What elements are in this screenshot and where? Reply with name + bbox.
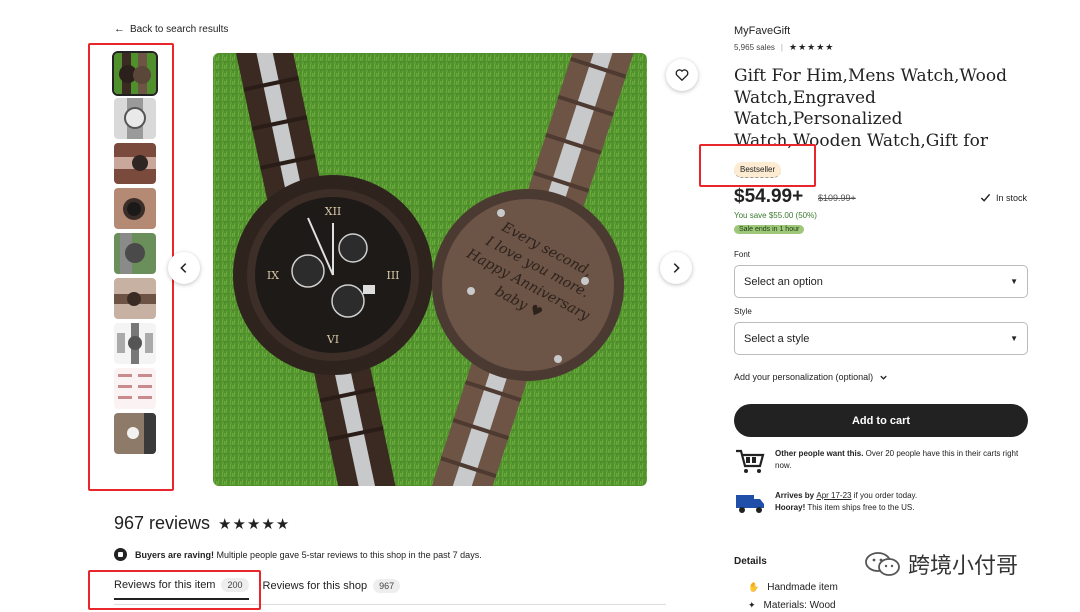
reviews-stars: ★★★★★	[218, 515, 291, 533]
main-product-image: XII III VI IX Every second, I love you m	[213, 53, 647, 486]
numeral-3: III	[386, 269, 399, 282]
style-label: Style	[734, 307, 752, 316]
back-to-search-link[interactable]: ← Back to search results	[114, 23, 228, 35]
thumbnail-3[interactable]	[114, 143, 156, 184]
shop-stars: ★★★★★	[789, 42, 835, 52]
font-select[interactable]: Select an option ▼	[734, 265, 1028, 298]
raving-text-group: Buyers are raving! Multiple people gave …	[135, 550, 482, 560]
product-price: $54.99+	[734, 186, 804, 207]
numeral-6: VI	[326, 333, 339, 346]
style-select[interactable]: Select a style ▼	[734, 322, 1028, 355]
arrival-suffix: if you order today.	[851, 491, 918, 500]
font-select-value: Select an option	[744, 275, 823, 288]
tab-reviews-shop-label: Reviews for this shop	[262, 580, 368, 592]
caret-down-icon: ▼	[1010, 334, 1018, 343]
chevron-left-icon	[180, 263, 187, 273]
watch-photo-illustration: XII III VI IX Every second, I love you m	[213, 53, 647, 486]
back-label: Back to search results	[130, 23, 229, 35]
arrival-prefix: Arrives by	[775, 491, 817, 500]
shop-sales-row: 5,965 sales | ★★★★★	[734, 42, 834, 53]
thumbnail-7[interactable]	[114, 323, 156, 364]
shop-name-link[interactable]: MyFaveGift	[734, 25, 790, 37]
checkmark-icon	[980, 193, 991, 202]
personalization-label: Add your personalization (optional)	[734, 372, 874, 382]
favorite-button[interactable]	[666, 59, 698, 91]
tab-reviews-shop[interactable]: Reviews for this shop 967	[263, 579, 401, 599]
style-select-value: Select a style	[744, 332, 810, 345]
original-price: $109.99+	[818, 193, 856, 203]
heart-icon	[675, 69, 689, 82]
chevron-down-icon	[880, 375, 887, 380]
hooray-text: This item ships free to the US.	[805, 503, 915, 512]
tab-reviews-item-label: Reviews for this item	[114, 579, 216, 591]
demand-notice: Other people want this. Over 20 people h…	[734, 448, 1034, 474]
previous-image-button[interactable]	[168, 252, 200, 284]
reviews-count: 967 reviews	[114, 513, 211, 533]
reviews-heading: 967 reviews ★★★★★	[114, 513, 290, 534]
thumbnail-8[interactable]	[114, 368, 156, 409]
bestseller-badge[interactable]: Bestseller	[734, 162, 782, 178]
detail-handmade: ✋ Handmade item	[748, 582, 838, 593]
stock-status: In stock	[980, 192, 1027, 203]
tab-reviews-shop-count: 967	[373, 579, 401, 593]
numeral-9: IX	[267, 269, 279, 282]
thumbnail-1[interactable]	[112, 51, 158, 96]
personalization-toggle[interactable]: Add your personalization (optional)	[734, 372, 888, 382]
tabs-divider	[114, 604, 666, 605]
shipping-notice: Arrives by Apr 17-23 if you order today.…	[734, 490, 917, 516]
cart-icon	[736, 449, 765, 473]
savings-text: You save $55.00 (50%)	[734, 211, 817, 220]
watermark-text: 跨境小付哥	[908, 554, 1019, 579]
shop-sales: 5,965 sales	[734, 43, 775, 52]
details-heading: Details	[734, 556, 767, 567]
font-label: Font	[734, 250, 751, 259]
tab-reviews-item[interactable]: Reviews for this item 200	[114, 578, 249, 600]
materials-icon: ✦	[748, 600, 756, 610]
buyers-raving-note: Buyers are raving! Multiple people gave …	[114, 548, 482, 561]
watermark: 跨境小付哥	[864, 548, 1018, 580]
next-image-button[interactable]	[660, 252, 692, 284]
shipping-text-group: Arrives by Apr 17-23 if you order today.…	[775, 490, 917, 516]
chevron-right-icon	[673, 263, 680, 273]
thumbnail-list	[112, 51, 158, 454]
hand-icon: ✋	[748, 582, 760, 592]
sale-ends-badge: Sale ends in 1 hour	[734, 225, 805, 234]
add-to-cart-button[interactable]: Add to cart	[734, 404, 1028, 437]
demand-text-group: Other people want this. Over 20 people h…	[775, 448, 1034, 474]
detail-materials: ✦ Materials: Wood	[748, 600, 836, 611]
thumbnail-4[interactable]	[114, 188, 156, 229]
chat-icon	[114, 548, 127, 561]
wechat-logo-icon	[865, 552, 900, 576]
thumbnail-2[interactable]	[114, 98, 156, 139]
stock-label: In stock	[996, 192, 1028, 203]
separator: |	[780, 43, 783, 52]
raving-text: Multiple people gave 5-star reviews to t…	[214, 549, 482, 560]
review-tabs: Reviews for this item 200 Reviews for th…	[114, 578, 401, 600]
demand-bold: Other people want this.	[775, 449, 864, 458]
tab-reviews-item-count: 200	[221, 578, 249, 592]
hooray-bold: Hooray!	[775, 503, 806, 512]
caret-down-icon: ▼	[1010, 277, 1018, 286]
arrival-dates[interactable]: Apr 17-23	[816, 491, 851, 500]
numeral-12: XII	[325, 205, 342, 218]
arrow-left-icon: ←	[114, 23, 125, 35]
truck-icon	[736, 495, 764, 513]
thumbnail-9[interactable]	[114, 413, 156, 454]
detail-handmade-text: Handmade item	[767, 582, 838, 593]
raving-bold: Buyers are raving!	[135, 549, 215, 560]
thumbnail-6[interactable]	[114, 278, 156, 319]
detail-materials-text: Materials: Wood	[763, 600, 836, 611]
product-title: Gift For Him,Mens Watch,Wood Watch,Engra…	[734, 66, 1008, 150]
thumbnail-5[interactable]	[114, 233, 156, 274]
